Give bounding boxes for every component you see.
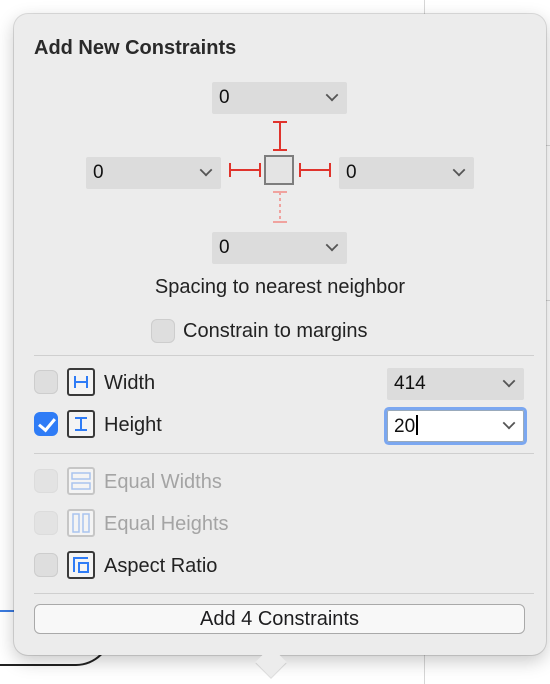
chevron-down-icon	[502, 416, 516, 430]
chevron-down-icon	[325, 238, 339, 252]
add-constraints-popover: Add New Constraints 0 0 0 0 Spacing to n…	[14, 14, 546, 655]
view-placeholder-box	[264, 155, 294, 185]
equal-heights-label: Equal Heights	[104, 513, 229, 535]
width-checkbox[interactable]	[34, 370, 58, 394]
left-spacing-value: 0	[93, 162, 104, 183]
equal-widths-checkbox	[34, 469, 58, 493]
divider	[34, 453, 534, 454]
equal-heights-checkbox	[34, 511, 58, 535]
bottom-spacing-dropdown[interactable]: 0	[212, 232, 347, 264]
constrain-to-margins-label: Constrain to margins	[183, 320, 368, 342]
width-constraint-icon	[67, 368, 95, 396]
bottom-constraint-icon[interactable]	[270, 190, 290, 224]
left-spacing-dropdown[interactable]: 0	[86, 157, 221, 189]
width-value-dropdown[interactable]: 414	[387, 368, 524, 400]
top-constraint-icon[interactable]	[270, 120, 290, 152]
aspect-ratio-label: Aspect Ratio	[104, 555, 218, 577]
width-label: Width	[104, 372, 156, 394]
chevron-down-icon	[325, 88, 339, 102]
width-value: 414	[394, 373, 426, 394]
left-constraint-icon[interactable]	[228, 160, 262, 180]
top-spacing-value: 0	[219, 87, 230, 108]
divider	[34, 593, 534, 594]
constrain-to-margins-checkbox[interactable]	[151, 319, 175, 343]
text-cursor	[416, 415, 418, 435]
add-constraints-button[interactable]: Add 4 Constraints	[34, 604, 525, 634]
height-value-dropdown[interactable]: 20	[387, 410, 524, 442]
top-spacing-dropdown[interactable]: 0	[212, 82, 347, 114]
height-constraint-icon	[67, 410, 95, 438]
height-label: Height	[104, 414, 162, 436]
equal-heights-icon	[67, 509, 95, 537]
equal-widths-label: Equal Widths	[104, 471, 222, 493]
height-value-field[interactable]: 20	[394, 415, 418, 438]
equal-widths-icon	[67, 467, 95, 495]
height-value: 20	[394, 416, 416, 437]
right-spacing-dropdown[interactable]: 0	[339, 157, 474, 189]
chevron-down-icon	[502, 374, 516, 388]
divider	[34, 355, 534, 356]
chevron-down-icon	[199, 163, 213, 177]
right-spacing-value: 0	[346, 162, 357, 183]
aspect-ratio-icon	[67, 551, 95, 579]
bottom-spacing-value: 0	[219, 237, 230, 258]
right-constraint-icon[interactable]	[298, 160, 332, 180]
height-checkbox[interactable]	[34, 412, 58, 436]
aspect-ratio-checkbox[interactable]	[34, 553, 58, 577]
chevron-down-icon	[452, 163, 466, 177]
spacing-caption: Spacing to nearest neighbor	[154, 276, 406, 298]
popover-title: Add New Constraints	[34, 37, 237, 59]
